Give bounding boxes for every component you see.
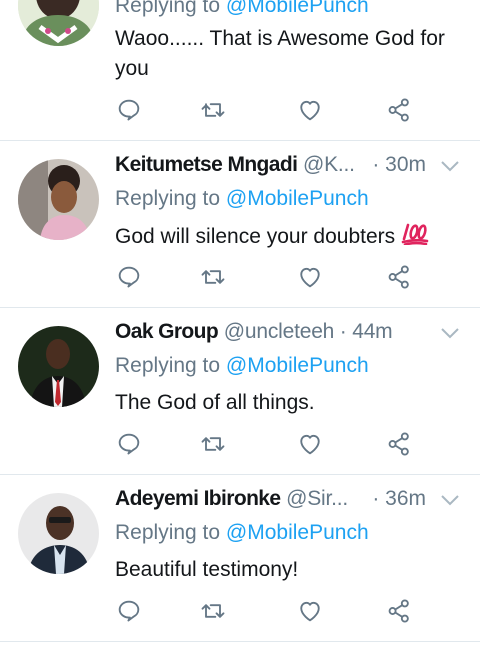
share-icon[interactable] — [385, 430, 415, 460]
user-handle[interactable]: @K... — [303, 153, 355, 176]
reply-icon[interactable] — [115, 430, 145, 460]
tweet[interactable]: Oak Group @uncleteeh · 44m Replying to @… — [0, 308, 480, 475]
chevron-down-icon[interactable] — [440, 326, 460, 340]
heart-icon[interactable] — [296, 597, 326, 627]
share-icon[interactable] — [385, 96, 415, 126]
tweet[interactable]: Keitumetse Mngadi @K... · 30m Replying t… — [0, 141, 480, 308]
heart-icon[interactable] — [296, 430, 326, 460]
retweet-icon[interactable] — [199, 96, 229, 126]
retweet-icon[interactable] — [199, 597, 229, 627]
retweet-icon[interactable] — [199, 430, 229, 460]
replying-to: Replying to @MobilePunch — [115, 187, 369, 210]
tweet-text: Beautiful testimony! — [115, 558, 299, 581]
mention-link[interactable]: @MobilePunch — [226, 521, 369, 544]
tweet-header: Oak Group @uncleteeh · 44m — [115, 320, 393, 344]
replying-to: Replying to @MobilePunch — [115, 0, 369, 18]
heart-icon[interactable] — [296, 263, 326, 293]
user-name[interactable]: Keitumetse Mngadi — [115, 153, 298, 176]
share-icon[interactable] — [385, 597, 415, 627]
chevron-down-icon[interactable] — [440, 493, 460, 507]
user-name[interactable]: Oak Group — [115, 320, 219, 343]
tweet-text: Waoo...... That is Awesome God for you — [115, 27, 445, 80]
100-emoji-icon — [401, 221, 429, 254]
mention-link[interactable]: @MobilePunch — [226, 187, 369, 210]
avatar[interactable] — [18, 493, 99, 574]
user-name[interactable]: Adeyemi Ibironke — [115, 487, 281, 510]
tweet-text: The God of all things. — [115, 391, 315, 414]
mention-link[interactable]: @MobilePunch — [226, 0, 369, 17]
avatar[interactable] — [18, 0, 99, 46]
user-handle[interactable]: @uncleteeh · 44m — [224, 320, 393, 343]
avatar[interactable] — [18, 159, 99, 240]
chevron-down-icon[interactable] — [440, 159, 460, 173]
reply-icon[interactable] — [115, 263, 145, 293]
tweet[interactable]: Adeyemi Ibironke @Sir... · 36m Replying … — [0, 475, 480, 642]
replying-to: Replying to @MobilePunch — [115, 521, 369, 544]
tweet-actions — [115, 597, 415, 627]
share-icon[interactable] — [385, 263, 415, 293]
tweet-actions — [115, 430, 415, 460]
tweet-header: Keitumetse Mngadi @K... — [115, 153, 355, 177]
retweet-icon[interactable] — [199, 263, 229, 293]
tweet-time: · 36m — [372, 487, 426, 510]
tweet[interactable]: Replying to @MobilePunch Waoo...... That… — [0, 0, 480, 141]
replying-to: Replying to @MobilePunch — [115, 354, 369, 377]
heart-icon[interactable] — [296, 96, 326, 126]
reply-icon[interactable] — [115, 96, 145, 126]
tweet-header: Adeyemi Ibironke @Sir... — [115, 487, 348, 511]
tweet-time: · 30m — [372, 153, 426, 176]
avatar[interactable] — [18, 326, 99, 407]
tweet-text: God will silence your doubters — [115, 221, 465, 254]
tweet-actions — [115, 263, 415, 293]
tweet-actions — [115, 96, 415, 126]
user-handle[interactable]: @Sir... — [286, 487, 348, 510]
reply-icon[interactable] — [115, 597, 145, 627]
mention-link[interactable]: @MobilePunch — [226, 354, 369, 377]
